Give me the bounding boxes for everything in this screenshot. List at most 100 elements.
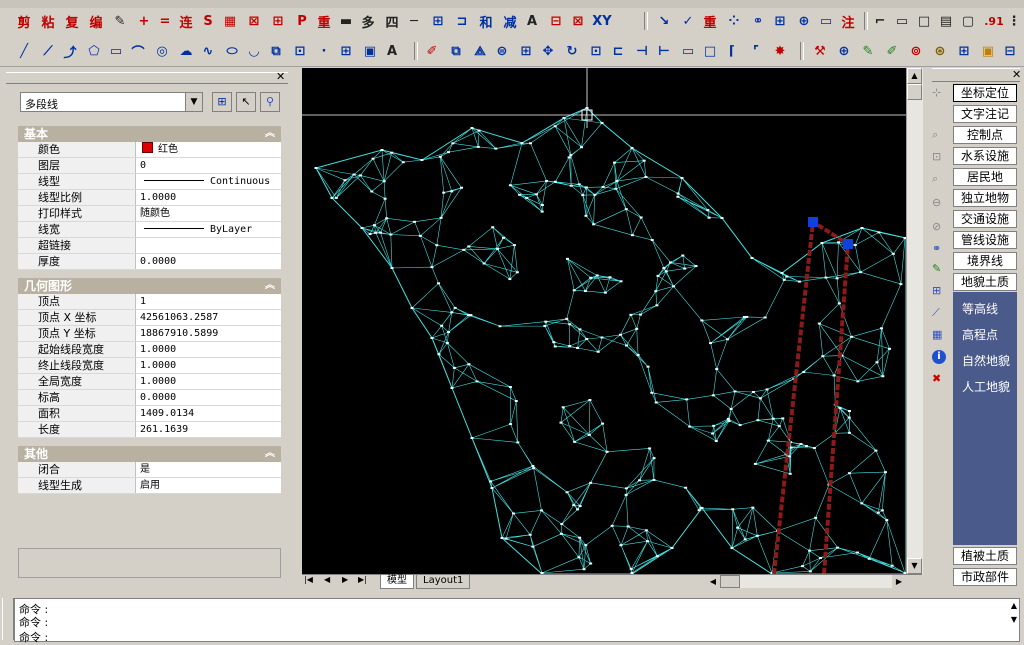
extend-icon[interactable]: ⊢ (654, 41, 674, 61)
chevron-up-icon[interactable]: ︽ (265, 446, 275, 462)
section-other-header[interactable]: 其他 ︽ (18, 446, 281, 462)
chevron-up-icon[interactable]: ︽ (265, 278, 275, 294)
delete-icon[interactable]: ✖ (932, 372, 941, 385)
equal-button[interactable]: = (155, 11, 175, 31)
elevation-button[interactable]: .91 (984, 11, 1004, 31)
property-value[interactable]: 红色 (138, 142, 281, 157)
tool-b-icon[interactable]: ✎ (858, 41, 878, 61)
property-value[interactable]: 1 (138, 294, 281, 309)
ellipse-tool-icon[interactable]: ⬭ (222, 41, 242, 61)
basic-row[interactable]: 厚度 0.0000 (18, 254, 281, 270)
measure-icon[interactable]: ⟋ (932, 306, 940, 320)
search-icon[interactable]: ⌕ (932, 128, 938, 142)
tool-g-icon[interactable]: ▣ (978, 41, 998, 61)
make-block-icon[interactable]: ⊡ (290, 41, 310, 61)
property-value[interactable]: 1.0000 (138, 358, 281, 373)
p-icon[interactable]: P (292, 11, 312, 31)
basic-row[interactable]: 线宽 ByLayer (18, 222, 281, 238)
pencil-icon[interactable]: ✎ (932, 262, 941, 275)
property-value[interactable]: 随颜色 (138, 206, 281, 221)
plus-button[interactable]: + (134, 11, 154, 31)
basic-row[interactable]: 颜色 红色 (18, 142, 281, 158)
lock-icon[interactable]: ⊞ (268, 11, 288, 31)
sum-button[interactable]: 和 (476, 11, 496, 31)
fillet-icon[interactable]: ⌜ (746, 41, 766, 61)
geometry-row[interactable]: 顶点 X 坐标 42561063.2587 (18, 310, 281, 326)
last-tab-icon[interactable]: ▶| (358, 575, 367, 584)
move-icon[interactable]: ✥ (538, 41, 558, 61)
break-icon[interactable]: ▭ (678, 41, 698, 61)
hscroll-thumb[interactable] (720, 575, 740, 588)
repeat-button[interactable]: 重 (314, 11, 334, 31)
paste-button[interactable]: 粘 (38, 11, 58, 31)
layer-icon[interactable]: ⊕ (794, 11, 814, 31)
subtract-button[interactable]: 减 (500, 11, 520, 31)
points-icon[interactable]: ⁘ (724, 11, 744, 31)
polygon-tool-icon[interactable]: ⬠ (84, 41, 104, 61)
offset-icon[interactable]: ⊜ (492, 41, 512, 61)
copy-button[interactable]: 复 (62, 11, 82, 31)
layers-icon[interactable]: ⊞ (932, 284, 941, 297)
rectangle-tool-icon[interactable]: ▭ (106, 41, 126, 61)
property-value[interactable]: 1.0000 (138, 374, 281, 389)
vertical-scrollbar[interactable]: ▲ ▼ (906, 68, 923, 574)
pen-icon[interactable]: ✎ (110, 11, 130, 31)
drawing-canvas[interactable] (302, 68, 906, 574)
palette-list-item[interactable]: 人工地貌 (962, 378, 1010, 395)
bracket-icon[interactable]: ⊐ (452, 11, 472, 31)
polyline-tool-icon[interactable]: ⟋ (38, 41, 58, 61)
cut-button[interactable]: 剪 (14, 11, 34, 31)
zoom-window-icon[interactable]: ⊡ (932, 150, 941, 163)
rect-icon[interactable]: ▭ (892, 11, 912, 31)
edit-button[interactable]: 编 (86, 11, 106, 31)
prev-tab-icon[interactable]: ◀ (324, 575, 330, 584)
chevron-down-icon[interactable]: ▼ (185, 93, 202, 111)
tool-f-icon[interactable]: ⊞ (954, 41, 974, 61)
rotate-icon[interactable]: ↻ (562, 41, 582, 61)
grid-icon[interactable]: ▦ (220, 11, 240, 31)
horizontal-scrollbar[interactable]: ◀ ▶ (706, 575, 906, 588)
command-scroll-down-icon[interactable]: ▼ (1011, 615, 1017, 624)
link-icon[interactable]: ⚭ (748, 11, 768, 31)
geometry-row[interactable]: 终止线段宽度 1.0000 (18, 358, 281, 374)
corner-icon[interactable]: ⌐ (870, 11, 890, 31)
basic-row[interactable]: 图层 0 (18, 158, 281, 174)
info-icon[interactable]: i (932, 350, 946, 364)
link2-icon[interactable]: ⚭ (932, 242, 941, 255)
geometry-row[interactable]: 面积 1409.0134 (18, 406, 281, 422)
palette-button[interactable]: 市政部件 (953, 568, 1017, 586)
property-value[interactable]: 是 (138, 462, 281, 477)
grip-handle[interactable] (808, 217, 818, 227)
arc-tool-icon[interactable]: ⤴ (60, 41, 80, 61)
spline-tool-icon[interactable]: ∿ (198, 41, 218, 61)
query-icon[interactable]: ⊹ (932, 86, 941, 99)
basic-row[interactable]: 超链接 (18, 238, 281, 254)
property-value[interactable]: 0 (138, 158, 281, 173)
insert-block-icon[interactable]: ⧉ (266, 41, 286, 61)
hatch-icon[interactable]: ⊞ (428, 11, 448, 31)
command-grip[interactable] (2, 598, 14, 640)
stretch-icon[interactable]: ⊏ (608, 41, 628, 61)
property-value[interactable]: ByLayer (138, 222, 281, 237)
redo-button[interactable]: 重 (700, 11, 720, 31)
mtext-button[interactable]: A (382, 41, 402, 61)
attribute-icon[interactable]: ⊟ (546, 11, 566, 31)
scroll-down-icon[interactable]: ▼ (907, 558, 922, 574)
select-objects-icon[interactable]: ↖ (236, 92, 256, 112)
scroll-left-icon[interactable]: ◀ (706, 575, 720, 588)
palette-button[interactable]: 坐标定位 (953, 84, 1017, 102)
zoom-out-icon[interactable]: ⊖ (932, 196, 941, 209)
palette-button[interactable]: 管线设施 (953, 231, 1017, 249)
palette-list-item[interactable]: 等高线 (962, 300, 998, 317)
geometry-row[interactable]: 长度 261.1639 (18, 422, 281, 438)
palette-list-item[interactable]: 高程点 (962, 326, 998, 343)
scale-icon[interactable]: ⊡ (586, 41, 606, 61)
erase-icon[interactable]: ✐ (422, 41, 442, 61)
join-icon[interactable]: □ (700, 41, 720, 61)
quick-select-icon[interactable]: ⊞ (212, 92, 232, 112)
palette-list-item[interactable]: 自然地貌 (962, 352, 1010, 369)
palette-button[interactable]: 交通设施 (953, 210, 1017, 228)
property-value[interactable]: 42561063.2587 (138, 310, 281, 325)
tool-h-icon[interactable]: ⊟ (1000, 41, 1020, 61)
trim-icon[interactable]: ⊣ (632, 41, 652, 61)
